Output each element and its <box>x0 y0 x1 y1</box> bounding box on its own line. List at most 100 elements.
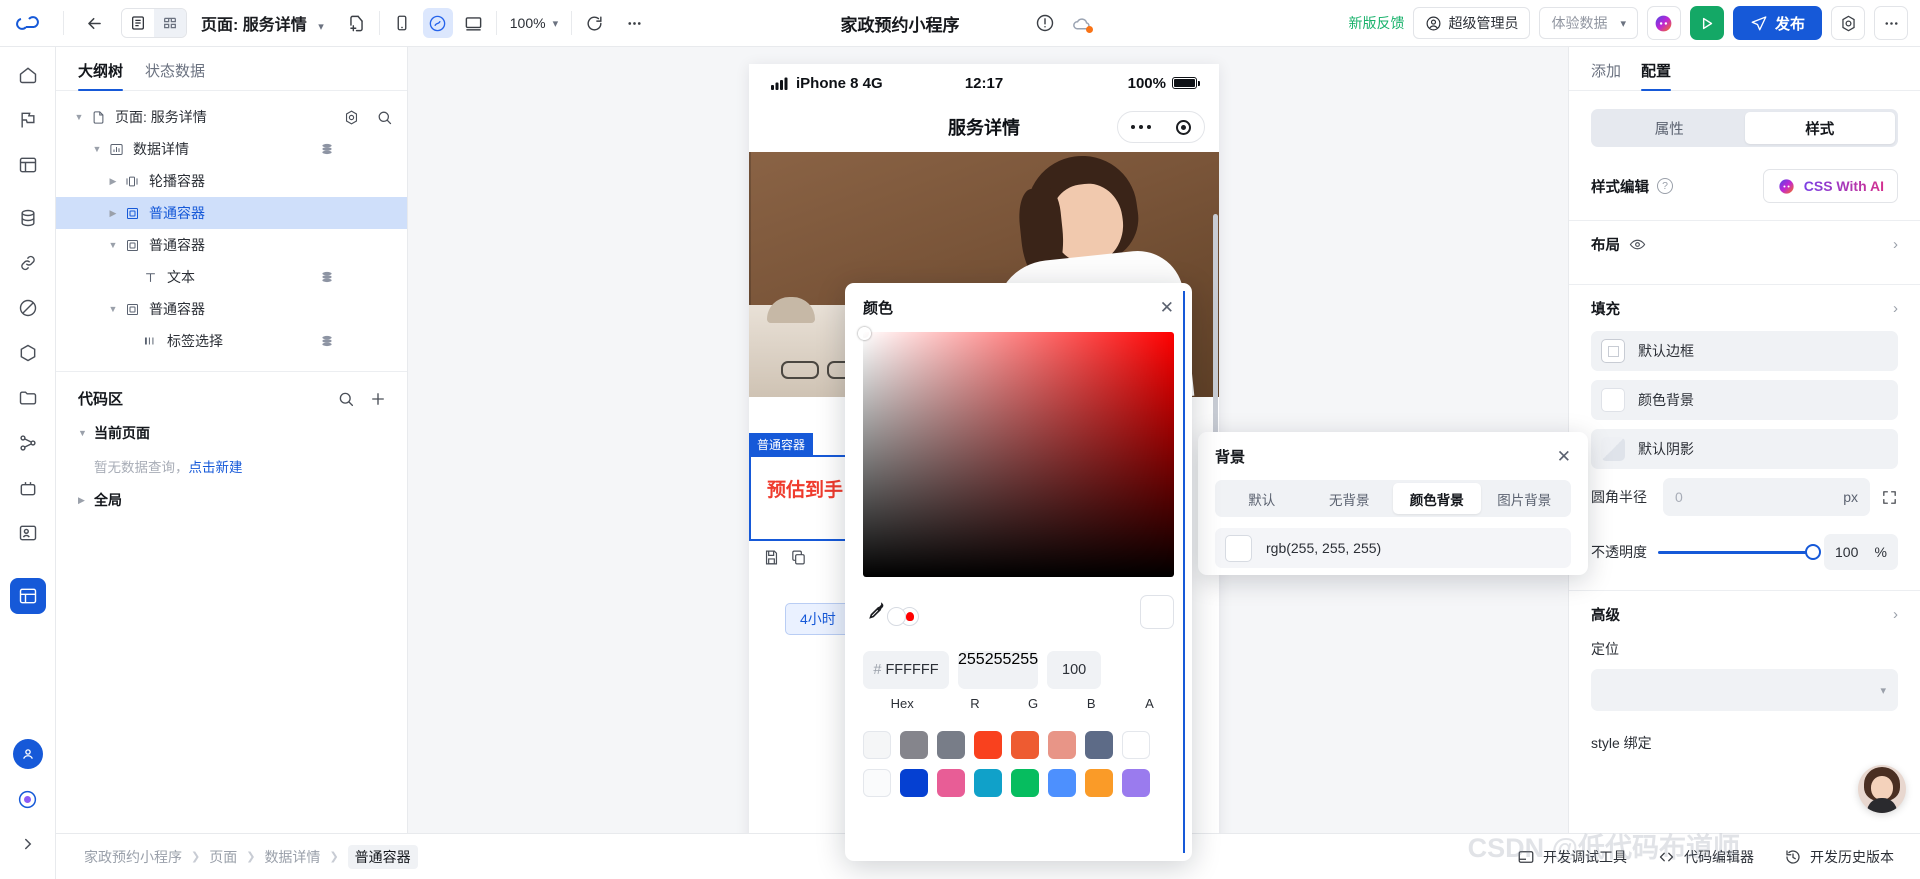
b-input[interactable]: 255 <box>1011 291 1185 853</box>
twisty-down-icon[interactable]: ▼ <box>88 144 106 154</box>
color-swatch[interactable] <box>900 769 928 797</box>
tree-node-text[interactable]: ▶ 文本 <box>56 261 407 293</box>
color-swatch[interactable] <box>1048 731 1076 759</box>
settings-button[interactable] <box>1831 6 1865 40</box>
bg-tab-default[interactable]: 默认 <box>1218 483 1306 514</box>
background-type-tabs[interactable]: 默认 无背景 颜色背景 图片背景 <box>1215 480 1571 517</box>
background-color-value-row[interactable]: rgb(255, 255, 255) <box>1215 528 1571 568</box>
color-swatch[interactable] <box>1085 769 1113 797</box>
radius-input[interactable]: 0 px <box>1663 478 1870 516</box>
capsule-more-icon[interactable] <box>1130 124 1152 130</box>
rail-team-icon[interactable] <box>10 515 46 551</box>
twisty-down-icon[interactable]: ▼ <box>70 112 88 122</box>
miniprogram-capsule[interactable] <box>1117 111 1205 143</box>
rail-home-icon[interactable] <box>10 57 46 93</box>
section-advanced[interactable]: 高级 › <box>1591 591 1898 637</box>
device-miniprogram-button[interactable] <box>422 8 453 38</box>
switch-properties[interactable]: 属性 <box>1594 112 1745 144</box>
color-swatch[interactable] <box>974 769 1002 797</box>
css-with-ai-button[interactable]: CSS With AI <box>1762 169 1898 203</box>
color-swatch-icon[interactable] <box>1225 534 1252 562</box>
opacity-slider-knob[interactable] <box>1805 544 1821 560</box>
eye-icon[interactable] <box>1629 236 1646 253</box>
code-zone-group-current[interactable]: ▼ 当前页面 <box>78 423 387 443</box>
breadcrumb-item-0[interactable]: 家政预约小程序 <box>84 847 182 867</box>
tab-outline-tree[interactable]: 大纲树 <box>78 60 124 91</box>
bg-tab-image[interactable]: 图片背景 <box>1481 483 1569 514</box>
switch-style[interactable]: 样式 <box>1744 112 1895 144</box>
role-button[interactable]: 超级管理员 <box>1413 7 1531 39</box>
brand-logo[interactable] <box>0 0 56 46</box>
rail-expand-icon[interactable] <box>10 826 46 862</box>
code-zone-empty-link[interactable]: 点击新建 <box>189 460 243 475</box>
debug-tool-button[interactable]: 开发调试工具 <box>1517 847 1627 867</box>
rgb-inputs[interactable]: 255 255 255 <box>958 291 1185 853</box>
selection-toolbar[interactable] <box>763 549 807 566</box>
tab-state-data[interactable]: 状态数据 <box>145 60 205 90</box>
breadcrumb-item-1[interactable]: 页面 <box>209 847 237 867</box>
rail-shield-icon[interactable] <box>10 290 46 326</box>
assistant-avatar[interactable] <box>1858 765 1906 813</box>
color-swatch[interactable] <box>1122 731 1150 759</box>
code-zone-group-global[interactable]: ▶ 全局 <box>78 490 387 510</box>
field-color-background[interactable]: 颜色背景 <box>1591 380 1898 420</box>
twisty-down-icon[interactable]: ▼ <box>104 240 122 250</box>
position-select[interactable]: ▾ <box>1591 669 1898 711</box>
warning-icon[interactable] <box>1035 13 1055 33</box>
color-swatch[interactable] <box>863 731 891 759</box>
rail-apps-icon[interactable] <box>10 147 46 183</box>
tree-node-carousel[interactable]: ▶ 轮播容器 <box>56 165 407 197</box>
twisty-right-icon[interactable]: ▶ <box>104 176 122 187</box>
color-swatch[interactable] <box>863 769 891 797</box>
publish-button[interactable]: 发布 <box>1732 6 1822 40</box>
feedback-link[interactable]: 新版反馈 <box>1348 13 1404 33</box>
sv-handle[interactable] <box>858 327 871 340</box>
tree-node-container-3[interactable]: ▼ 普通容器 <box>56 293 407 325</box>
back-button[interactable] <box>79 8 109 38</box>
tree-node-container-2[interactable]: ▼ 普通容器 <box>56 229 407 261</box>
alpha-input[interactable]: 100 <box>1047 651 1102 689</box>
breadcrumb-item-2[interactable]: 数据详情 <box>264 847 320 867</box>
grid-view-button[interactable] <box>154 9 186 37</box>
rail-link-icon[interactable] <box>10 245 46 281</box>
rail-help-icon[interactable] <box>10 781 46 817</box>
view-mode-segment[interactable] <box>121 8 187 38</box>
rail-flag-icon[interactable] <box>10 102 46 138</box>
code-zone-add-icon[interactable] <box>369 390 387 408</box>
tab-config[interactable]: 配置 <box>1641 60 1672 91</box>
device-desktop-button[interactable] <box>459 8 489 38</box>
zoom-selector[interactable]: 100% ▾ <box>504 15 564 31</box>
refresh-button[interactable] <box>579 8 609 38</box>
cloud-sync-icon[interactable] <box>1071 13 1093 34</box>
tree-stack-icon[interactable] <box>319 141 393 157</box>
capsule-target-icon[interactable] <box>1176 119 1192 135</box>
color-swatch[interactable] <box>1048 769 1076 797</box>
opacity-input[interactable]: 100 % <box>1824 534 1898 570</box>
duration-chip[interactable]: 4小时 <box>785 603 851 635</box>
color-swatch[interactable] <box>1085 731 1113 759</box>
hex-input[interactable]: # FFFFFF <box>863 651 949 689</box>
close-icon[interactable]: ✕ <box>1557 448 1571 465</box>
alpha-slider-handle[interactable] <box>887 607 906 626</box>
color-swatch[interactable] <box>937 769 965 797</box>
color-swatch[interactable] <box>900 731 928 759</box>
tab-add[interactable]: 添加 <box>1591 60 1621 90</box>
device-mobile-button[interactable] <box>387 8 417 38</box>
twisty-down-icon[interactable]: ▼ <box>104 304 122 314</box>
rail-profile-avatar-icon[interactable] <box>10 736 46 772</box>
tree-stack-icon[interactable] <box>319 333 393 349</box>
close-icon[interactable]: ✕ <box>1160 299 1174 316</box>
copy-icon[interactable] <box>790 549 807 566</box>
rail-cube-icon[interactable] <box>10 335 46 371</box>
tree-node-tag-select[interactable]: ▶ 标签选择 <box>56 325 407 357</box>
tree-search-icon[interactable] <box>376 109 393 126</box>
history-button[interactable]: 开发历史版本 <box>1784 847 1894 867</box>
saturation-value-area[interactable] <box>858 327 1174 577</box>
g-input[interactable]: 255 <box>985 651 1012 689</box>
color-swatch[interactable] <box>1011 731 1039 759</box>
tree-node-data-detail[interactable]: ▼ 数据详情 <box>56 133 407 165</box>
new-page-button[interactable] <box>342 8 372 38</box>
bg-tab-color[interactable]: 颜色背景 <box>1393 483 1481 514</box>
preview-button[interactable] <box>1689 6 1724 40</box>
tree-stack-icon[interactable] <box>319 269 393 285</box>
